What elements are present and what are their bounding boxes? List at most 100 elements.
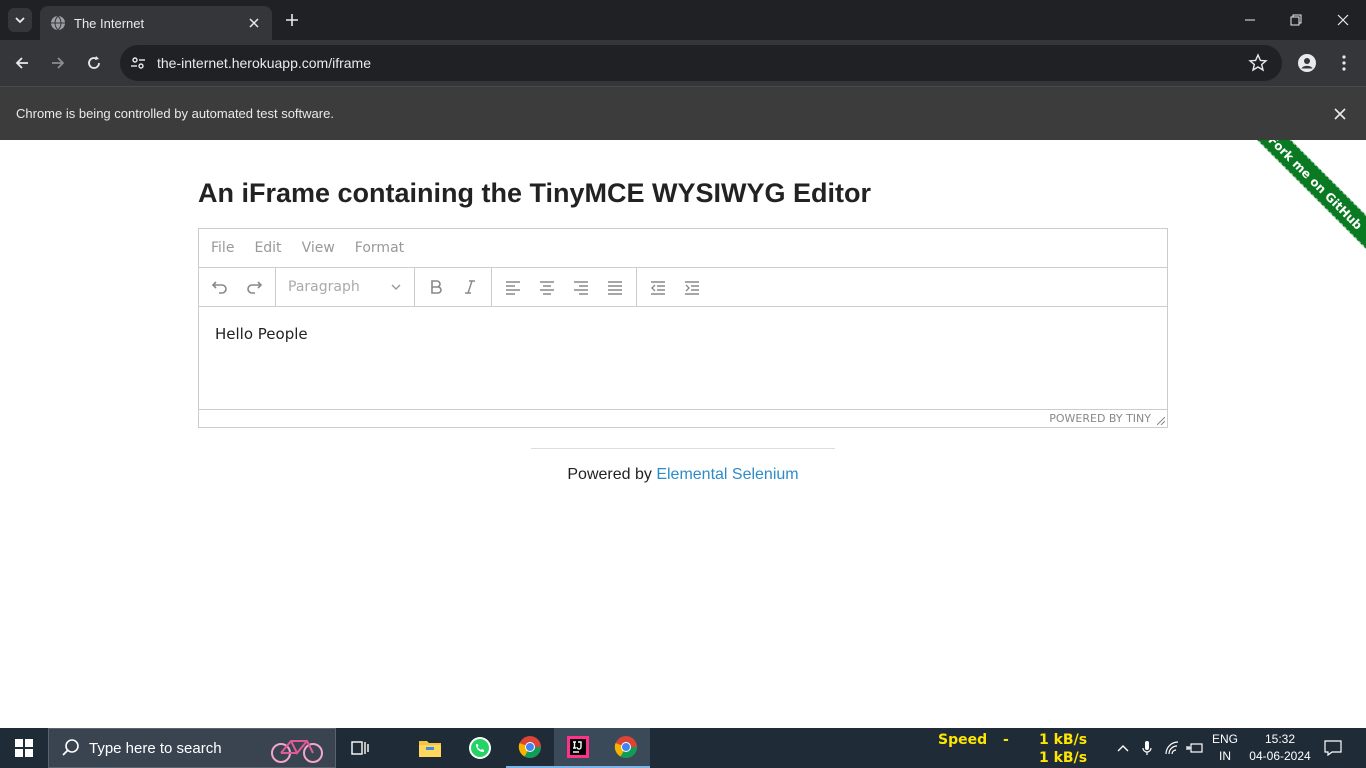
- editor-paragraph[interactable]: Hello People: [215, 325, 1151, 343]
- resize-handle-icon[interactable]: [1157, 417, 1165, 425]
- intellij-icon: [567, 736, 589, 758]
- chrome-icon: [518, 736, 541, 758]
- align-center-button[interactable]: [530, 272, 564, 302]
- reload-button[interactable]: [82, 51, 106, 75]
- menu-view[interactable]: View: [302, 240, 335, 256]
- close-window-button[interactable]: [1333, 10, 1353, 30]
- footer-divider: [531, 448, 835, 449]
- windows-taskbar: Type here to search Speed - 1 kB/s 1 kB/…: [0, 728, 1366, 768]
- bold-button[interactable]: [419, 272, 453, 302]
- restore-button[interactable]: [1286, 10, 1306, 30]
- redo-button[interactable]: [237, 272, 271, 302]
- url-text[interactable]: the-internet.herokuapp.com/iframe: [157, 55, 371, 71]
- chrome-taskbar-button-2[interactable]: [602, 728, 650, 768]
- forward-button[interactable]: [46, 51, 70, 75]
- editor-menubar: File Edit View Format: [199, 229, 1167, 268]
- italic-icon: [465, 280, 475, 294]
- align-right-button[interactable]: [564, 272, 598, 302]
- chrome-taskbar-button-1[interactable]: [506, 728, 554, 768]
- lang-code: ENG: [1211, 732, 1238, 746]
- start-button[interactable]: [0, 728, 48, 768]
- indent-icon: [685, 281, 699, 295]
- battery-plug-icon: [1186, 743, 1203, 753]
- wifi-tray[interactable]: [1162, 728, 1182, 768]
- block-format-select[interactable]: Paragraph: [280, 272, 410, 302]
- chrome-icon: [614, 736, 637, 758]
- upload-speed: 1 kB/s: [1039, 732, 1088, 748]
- clock-time: 15:32: [1264, 732, 1296, 746]
- menu-file[interactable]: File: [211, 240, 234, 256]
- tab-close-icon[interactable]: [246, 15, 262, 31]
- speed-dash: -: [1003, 732, 1009, 748]
- new-tab-button[interactable]: [282, 10, 302, 30]
- indent-button[interactable]: [675, 272, 709, 302]
- battery-tray[interactable]: [1184, 728, 1206, 768]
- site-info-icon[interactable]: [120, 45, 156, 81]
- editor-content-area[interactable]: Hello People: [199, 307, 1167, 409]
- tab-the-internet[interactable]: The Internet: [40, 6, 272, 40]
- page-title: An iFrame containing the TinyMCE WYSIWYG…: [198, 178, 872, 208]
- align-justify-icon: [608, 281, 622, 295]
- align-right-icon: [574, 281, 588, 295]
- format-group: [415, 268, 492, 306]
- windows-logo-icon: [15, 739, 33, 757]
- italic-button[interactable]: [453, 272, 487, 302]
- bookmark-star-icon[interactable]: [1248, 53, 1268, 73]
- editor-toolbar: Paragraph: [199, 268, 1167, 307]
- show-hidden-icons-button[interactable]: [1114, 728, 1132, 768]
- editor-statusbar: POWERED BY TINY: [199, 409, 1167, 427]
- footer-prefix: Powered by: [567, 466, 657, 483]
- menu-format[interactable]: Format: [355, 240, 404, 256]
- notification-icon: [1324, 740, 1342, 756]
- automation-infobar: Chrome is being controlled by automated …: [0, 86, 1366, 140]
- chevron-down-icon: [391, 284, 401, 290]
- profile-button[interactable]: [1295, 51, 1319, 75]
- folder-icon: [419, 741, 441, 757]
- close-icon: [1337, 14, 1349, 26]
- address-bar[interactable]: the-internet.herokuapp.com/iframe: [120, 45, 1282, 81]
- wifi-icon: [1165, 741, 1179, 755]
- elemental-selenium-link[interactable]: Elemental Selenium: [656, 466, 798, 483]
- tab-search-button[interactable]: [8, 8, 32, 32]
- microphone-tray[interactable]: [1138, 728, 1156, 768]
- fork-me-ribbon[interactable]: Fork me on GitHub: [1229, 140, 1366, 269]
- chevron-up-icon: [1117, 745, 1129, 752]
- history-group: [199, 268, 276, 306]
- back-button[interactable]: [10, 51, 34, 75]
- search-placeholder: Type here to search: [89, 739, 222, 757]
- notifications-button[interactable]: [1320, 728, 1346, 768]
- browser-toolbar: the-internet.herokuapp.com/iframe: [0, 40, 1366, 86]
- file-explorer-button[interactable]: [406, 728, 454, 768]
- intellij-button[interactable]: [554, 728, 602, 768]
- lang-region: IN: [1219, 749, 1231, 763]
- block-format-group: Paragraph: [276, 268, 415, 306]
- speed-label: Speed: [938, 732, 988, 748]
- align-group: [492, 268, 637, 306]
- microphone-icon: [1142, 741, 1152, 755]
- browser-menu-button[interactable]: [1332, 51, 1356, 75]
- align-left-button[interactable]: [496, 272, 530, 302]
- bicycle-illustration-icon: [271, 740, 323, 763]
- powered-by-tiny[interactable]: POWERED BY TINY: [1049, 412, 1151, 425]
- block-format-value: Paragraph: [288, 279, 360, 295]
- chevron-down-icon: [15, 17, 25, 24]
- arrow-left-icon: [15, 57, 28, 69]
- minimize-button[interactable]: [1240, 10, 1260, 30]
- profile-icon: [1298, 54, 1316, 72]
- redo-icon: [247, 281, 263, 294]
- taskbar-search-box[interactable]: Type here to search: [48, 728, 336, 768]
- language-indicator[interactable]: ENG IN: [1210, 731, 1240, 765]
- infobar-close-icon[interactable]: [1332, 106, 1348, 122]
- task-view-button[interactable]: [336, 728, 384, 768]
- align-left-icon: [506, 281, 520, 295]
- search-icon: [62, 739, 79, 756]
- align-justify-button[interactable]: [598, 272, 632, 302]
- menu-edit[interactable]: Edit: [254, 240, 281, 256]
- tab-title: The Internet: [74, 15, 145, 31]
- clock[interactable]: 15:32 04-06-2024: [1240, 731, 1320, 765]
- outdent-button[interactable]: [641, 272, 675, 302]
- page-footer: Powered by Elemental Selenium: [0, 466, 1366, 484]
- whatsapp-button[interactable]: [456, 728, 504, 768]
- undo-button[interactable]: [203, 272, 237, 302]
- minimize-icon: [1245, 19, 1255, 21]
